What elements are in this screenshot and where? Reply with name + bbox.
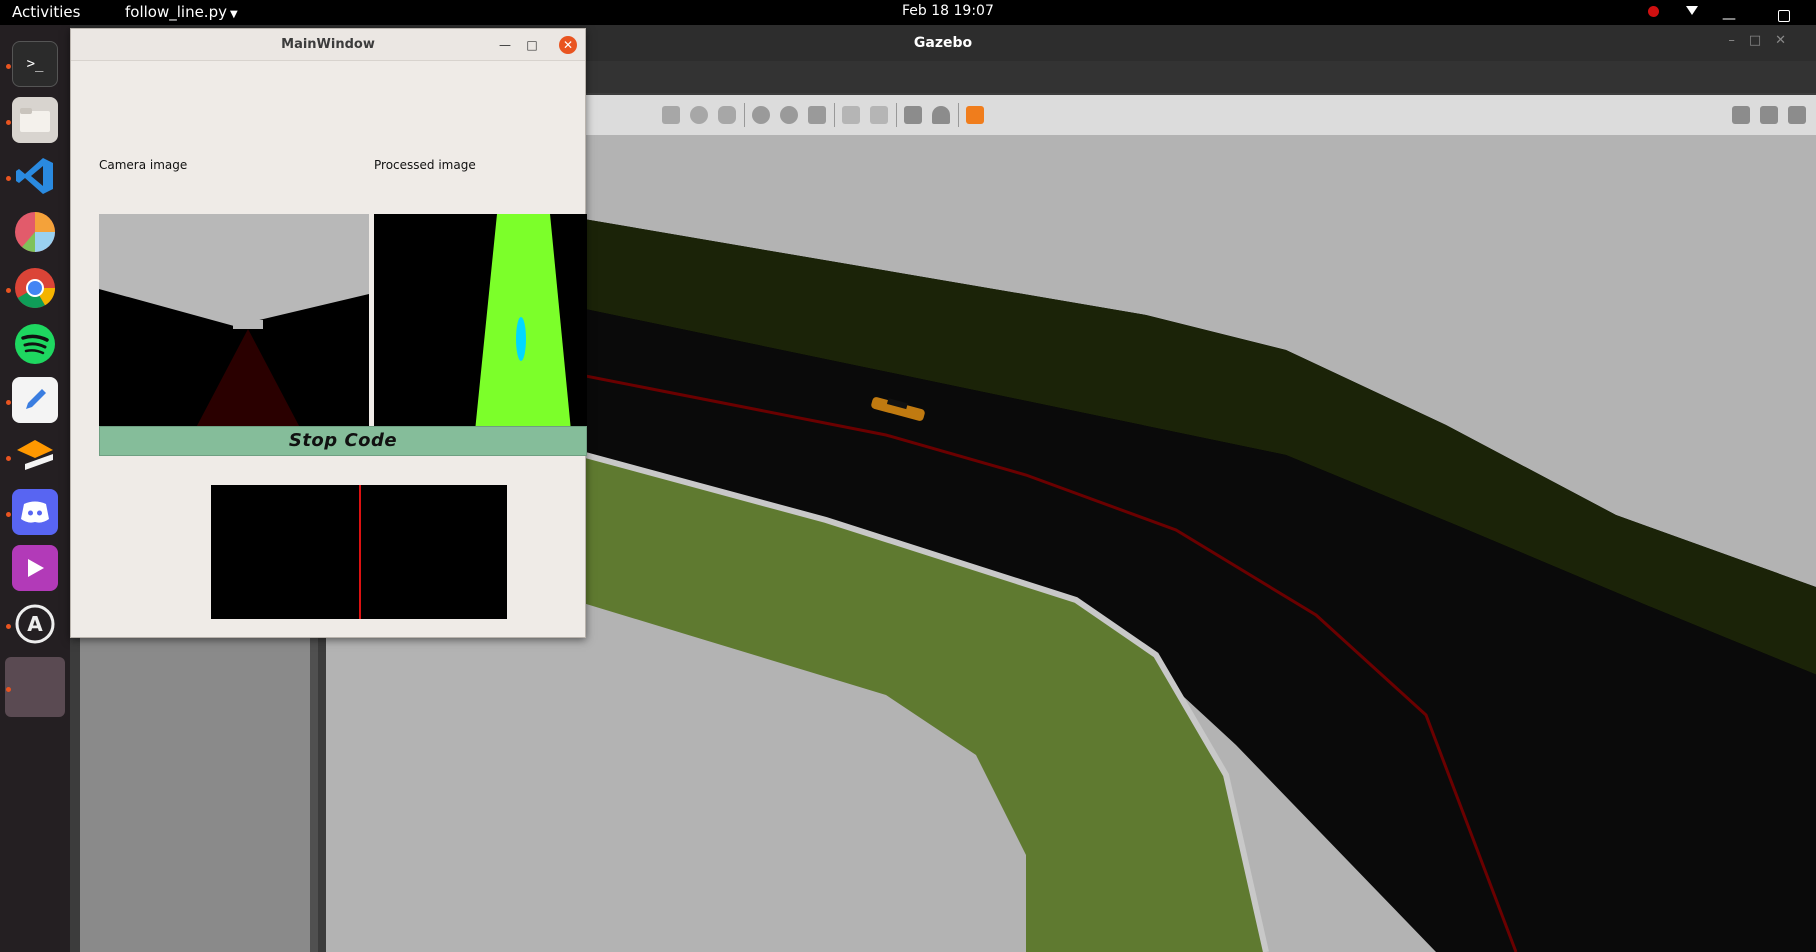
- main-window: MainWindow — □ ✕ Camera image Processed …: [70, 28, 587, 638]
- files-icon[interactable]: [12, 97, 58, 143]
- copy-icon[interactable]: [842, 106, 860, 124]
- running-indicator: [6, 512, 11, 517]
- view-angle-icon[interactable]: [966, 106, 984, 124]
- sublime-icon[interactable]: [12, 433, 58, 479]
- centroid-marker: [516, 317, 526, 361]
- running-indicator: [6, 288, 11, 293]
- sphere-shape-icon[interactable]: [690, 106, 708, 124]
- running-indicator: [6, 456, 11, 461]
- processed-image-label: Processed image: [374, 158, 476, 172]
- activities-button[interactable]: Activities: [12, 3, 80, 21]
- chevron-down-icon: ▼: [229, 9, 238, 20]
- running-indicator: [6, 624, 11, 629]
- camera-image-label: Camera image: [99, 158, 188, 172]
- plot-icon[interactable]: [1788, 106, 1806, 124]
- snap-icon[interactable]: [932, 106, 950, 124]
- camera-image: [99, 214, 369, 441]
- running-indicator: [6, 176, 11, 181]
- align-icon[interactable]: [904, 106, 922, 124]
- dock: >_ A: [0, 25, 70, 952]
- recording-indicator-icon[interactable]: [1648, 6, 1659, 17]
- log-data-icon[interactable]: [1760, 106, 1778, 124]
- pie-app-icon[interactable]: [12, 209, 58, 255]
- software-updater-icon[interactable]: A: [12, 601, 58, 647]
- network-icon[interactable]: [1686, 4, 1698, 16]
- text-editor-icon[interactable]: [12, 377, 58, 423]
- vscode-icon[interactable]: [12, 153, 58, 199]
- line-center-marker: [359, 485, 361, 619]
- paste-icon[interactable]: [870, 106, 888, 124]
- stop-code-button[interactable]: Stop Code: [99, 426, 587, 456]
- running-indicator: [6, 120, 11, 125]
- toolbar-separator: [744, 103, 745, 127]
- box-shape-icon[interactable]: [662, 106, 680, 124]
- restore-icon[interactable]: [1778, 10, 1790, 22]
- gazebo-window-controls[interactable]: –□✕: [1728, 33, 1800, 48]
- close-icon[interactable]: ✕: [559, 36, 577, 54]
- directional-light-icon[interactable]: [808, 106, 826, 124]
- toolbar-separator: [958, 103, 959, 127]
- app-menu-label: follow_line.py: [125, 3, 227, 21]
- top-bar: Activities follow_line.py ▼ Feb 18 19:07 …: [0, 0, 1816, 38]
- screenshot-camera-icon[interactable]: [1732, 106, 1750, 124]
- svg-text:A: A: [27, 612, 43, 636]
- running-indicator: [6, 64, 11, 69]
- spotify-icon[interactable]: [12, 321, 58, 367]
- line-position-display: [211, 485, 507, 619]
- point-light-icon[interactable]: [752, 106, 770, 124]
- main-window-titlebar[interactable]: MainWindow — □ ✕: [71, 29, 585, 61]
- running-indicator: [6, 400, 11, 405]
- spot-light-icon[interactable]: [780, 106, 798, 124]
- toolbar-separator: [896, 103, 897, 127]
- media-player-icon[interactable]: [12, 545, 58, 591]
- maximize-icon[interactable]: □: [522, 35, 542, 55]
- active-window-icon[interactable]: [5, 657, 65, 717]
- clock[interactable]: Feb 18 19:07: [902, 3, 994, 19]
- toolbar-separator: [834, 103, 835, 127]
- running-indicator: [6, 687, 11, 692]
- processed-image: [374, 214, 587, 441]
- terminal-icon[interactable]: >_: [12, 41, 58, 87]
- discord-icon[interactable]: [12, 489, 58, 535]
- minimize-icon[interactable]: —: [495, 35, 515, 55]
- chrome-icon[interactable]: [12, 265, 58, 311]
- cylinder-shape-icon[interactable]: [718, 106, 736, 124]
- app-menu[interactable]: follow_line.py ▼: [125, 3, 238, 21]
